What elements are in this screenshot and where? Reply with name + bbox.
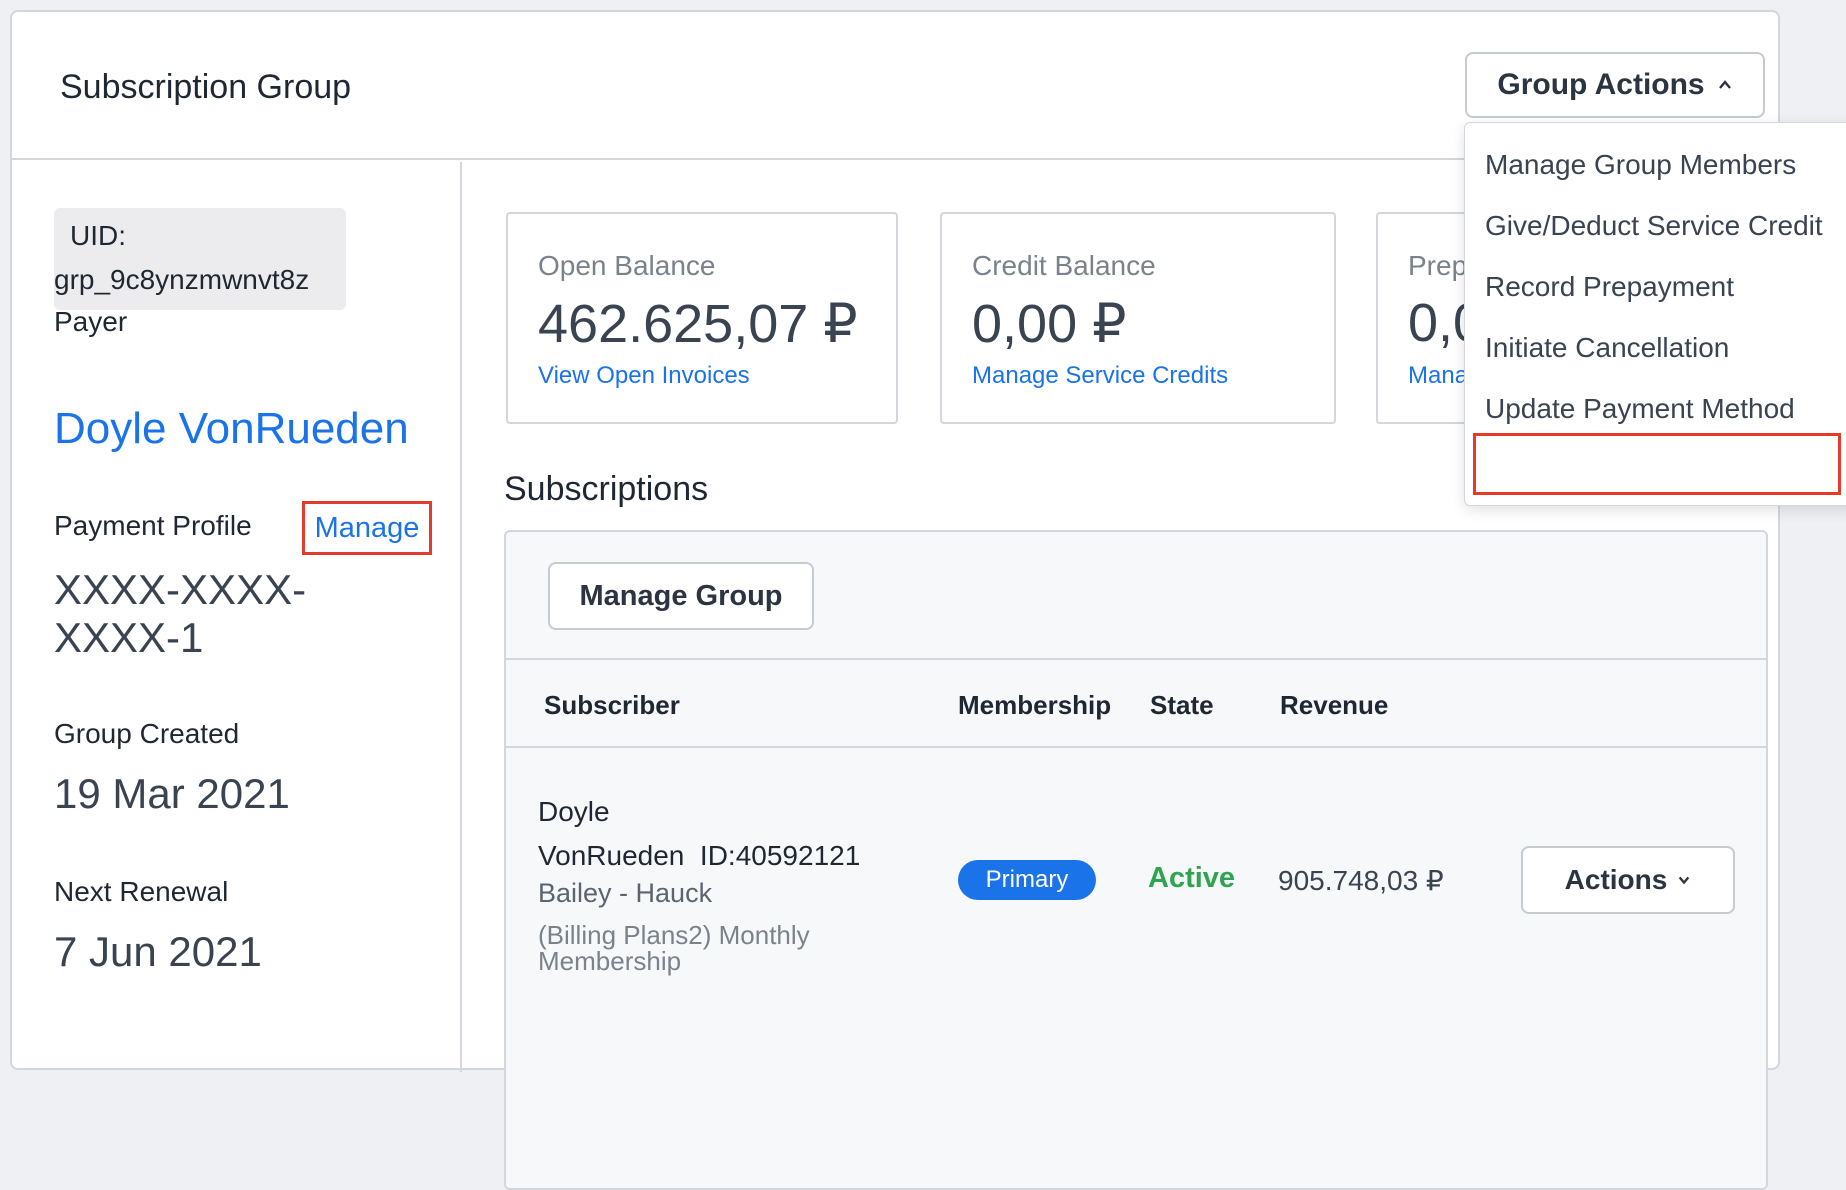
group-actions-label: Group Actions [1497, 68, 1705, 101]
next-renewal-label: Next Renewal [54, 876, 229, 907]
subscriber-company: Bailey - Hauck [538, 878, 713, 908]
stat-label: Prep [1408, 250, 1468, 281]
stat-label: Open Balance [538, 250, 716, 281]
manage-service-credits-link[interactable]: Manage Service Credits [972, 362, 1228, 390]
menu-item-update-payment-method[interactable]: Update Payment Method [1485, 393, 1795, 425]
view-open-invoices-link[interactable]: View Open Invoices [538, 362, 750, 390]
uid-label: UID: [70, 220, 126, 251]
revenue-value: 905.748,03 ₽ [1278, 865, 1444, 896]
column-header-subscriber[interactable]: Subscriber [544, 690, 680, 721]
group-created-value: 19 Mar 2021 [54, 770, 290, 817]
open-balance-card: Open Balance 462.625,07 ₽ View Open Invo… [506, 212, 898, 424]
group-sidebar: UID: grp_9c8ynzmwnvt8z Payer Doyle VonRu… [12, 162, 462, 1072]
stat-value: 462.625,07 ₽ [538, 294, 858, 354]
actions-label: Actions [1564, 864, 1668, 895]
subscriber-id: ID:40592121 [699, 840, 861, 871]
stat-value: 0,00 ₽ [972, 294, 1127, 354]
payment-profile-label: Payment Profile [54, 510, 252, 541]
uid-value: grp_9c8ynzmwnvt8z [54, 264, 310, 295]
menu-item-manage-group-members[interactable]: Manage Group Members [1485, 149, 1796, 181]
group-created-label: Group Created [54, 718, 240, 749]
stat-label: Credit Balance [972, 250, 1156, 281]
prepayment-link[interactable]: Mana [1408, 362, 1468, 390]
subscriptions-panel: Manage Group Subscriber Membership State… [504, 530, 1768, 1190]
column-header-state[interactable]: State [1150, 690, 1214, 721]
card-number: XXXX-XXXX-XXXX-1 [54, 566, 307, 661]
credit-balance-card: Credit Balance 0,00 ₽ Manage Service Cre… [940, 212, 1336, 424]
menu-item-initiate-cancellation[interactable]: Initiate Cancellation [1485, 332, 1729, 364]
highlight-box [1473, 433, 1841, 495]
chevron-down-icon [1679, 876, 1690, 885]
subscriptions-title: Subscriptions [504, 470, 709, 508]
menu-item-give-deduct-service-credit[interactable]: Give/Deduct Service Credit [1485, 210, 1823, 242]
subscriber-name-cell: Doyle VonRueden ID:40592121 [538, 790, 898, 878]
group-actions-menu: Manage Group Members Give/Deduct Service… [1464, 122, 1846, 506]
column-header-membership[interactable]: Membership [958, 690, 1111, 721]
subscriber-plan: (Billing Plans2) Monthly Membership [538, 920, 810, 976]
group-actions-button[interactable]: Group Actions [1465, 52, 1765, 118]
column-header-revenue[interactable]: Revenue [1280, 690, 1388, 721]
row-actions-button[interactable]: Actions [1521, 846, 1735, 914]
manage-payment-profile-link[interactable]: Manage [302, 501, 432, 555]
menu-item-record-prepayment[interactable]: Record Prepayment [1485, 271, 1734, 303]
uid-chip: UID: grp_9c8ynzmwnvt8z [54, 208, 346, 310]
chevron-up-icon [1718, 80, 1731, 89]
state-status: Active [1148, 862, 1236, 894]
next-renewal-value: 7 Jun 2021 [54, 928, 262, 975]
membership-badge: Primary [958, 860, 1096, 900]
subscriptions-table-header: Subscriber Membership State Revenue [506, 658, 1766, 748]
page-title: Subscription Group [60, 68, 352, 106]
payer-name-link[interactable]: Doyle VonRueden [54, 404, 409, 454]
payer-label: Payer [54, 306, 128, 337]
manage-group-button[interactable]: Manage Group [548, 562, 814, 630]
subscriber-name-link[interactable]: Doyle VonRueden [538, 796, 684, 871]
table-row: Doyle VonRueden ID:40592121 Bailey - Hau… [506, 750, 1766, 990]
